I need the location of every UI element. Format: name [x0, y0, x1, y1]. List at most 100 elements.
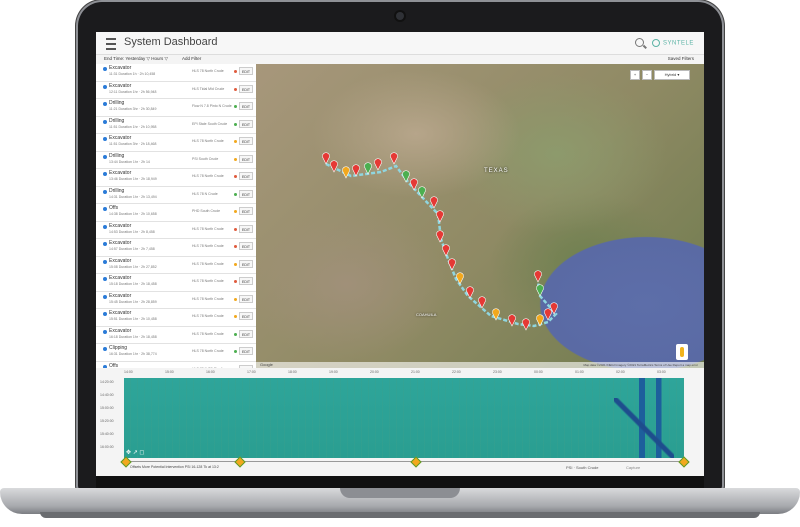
event-dot-icon [103, 224, 107, 229]
event-type: Offs [109, 205, 119, 211]
time-row-label: 14:40:00 [100, 393, 114, 397]
route-pin-icon[interactable] [402, 170, 410, 183]
event-dot-icon [103, 119, 107, 124]
edit-button[interactable]: EDIT [239, 224, 253, 233]
status-dot-icon [234, 175, 237, 178]
edit-button[interactable]: EDIT [239, 294, 253, 303]
event-product: HLS 78 North Crude [192, 261, 224, 266]
list-item[interactable]: Excavator 13:46 Duration 1hr · 2h 18,949 H… [96, 169, 256, 187]
route-pin-icon[interactable] [536, 314, 544, 327]
street-view-pegman-icon[interactable] [676, 344, 688, 360]
list-item[interactable]: Excavator 15:08 Duration 1hr · 2h 27,852 H… [96, 257, 256, 274]
route-pin-icon[interactable] [352, 164, 360, 177]
edit-button[interactable]: EDIT [239, 102, 253, 110]
edit-button[interactable]: EDIT [239, 242, 253, 250]
event-dot-icon [103, 242, 107, 246]
list-item[interactable]: Excavator 15:18 Duration 1hr · 2h 18,458 H… [96, 274, 256, 292]
route-pin-icon[interactable] [364, 162, 372, 175]
route-pin-icon[interactable] [534, 270, 542, 283]
region-label: COAHUILA [416, 312, 437, 317]
route-pin-icon[interactable] [536, 284, 544, 297]
edit-button[interactable]: EDIT [239, 207, 253, 215]
event-details: 14:31 Duration 1hr · 2h 13,494 [109, 194, 157, 199]
list-item[interactable]: Excavator 12:11 Duration 1hr · 2h 56,948 H… [96, 82, 256, 99]
event-marker[interactable] [678, 456, 690, 468]
route-pin-icon[interactable] [374, 158, 382, 171]
event-details: 15:51 Duration 1hr · 2h 10,458 [109, 317, 157, 321]
route-pin-icon[interactable] [456, 272, 464, 285]
list-item[interactable]: Drilling 13:44 Duration 1hr · 2h 14 PSI So… [96, 152, 256, 169]
list-item[interactable]: Clipping 16:31 Duration 1hr · 2h 38,774 HL… [96, 344, 256, 362]
list-item[interactable]: Excavator 15:51 Duration 1hr · 2h 10,458 H… [96, 309, 256, 327]
edit-button[interactable]: EDIT [239, 119, 253, 128]
event-product: HLS 78 North Crude [192, 226, 224, 231]
time-tick-label: 17:00 [247, 370, 256, 374]
edit-button[interactable]: EDIT [239, 172, 253, 180]
list-item[interactable]: Excavator 16:18 Duration 1hr · 2h 18,458 H… [96, 327, 256, 344]
event-type: Drilling [109, 100, 125, 106]
edit-button[interactable]: EDIT [239, 84, 253, 93]
list-item[interactable]: Drilling 11:51 Duration 1hr · 2h 10,958 EP… [96, 117, 256, 134]
search-icon[interactable] [635, 38, 644, 47]
saved-filters-button[interactable]: Saved Filters [668, 56, 694, 61]
route-pin-icon[interactable] [322, 152, 330, 165]
event-dot-icon [103, 347, 107, 351]
event-dot-icon [103, 329, 107, 334]
list-item[interactable]: Excavator 14:53 Duration 1hr · 2h 8,458 HL… [96, 222, 256, 239]
event-product: HLS 78 North Crude [192, 279, 224, 283]
list-item[interactable]: Excavator 15:45 Duration 1hr · 2h 28,859 H… [96, 292, 256, 309]
event-dot-icon [103, 84, 107, 89]
heatmap-tools-icon[interactable]: ✥ ↗ ◻ [126, 449, 144, 456]
edit-button[interactable]: EDIT [239, 259, 253, 268]
route-pin-icon[interactable] [342, 166, 350, 179]
route-pin-icon[interactable] [508, 314, 516, 327]
list-item[interactable]: Excavator 11:51 Duration 3hr · 2h 18,468 H… [96, 134, 256, 152]
event-marker[interactable] [234, 456, 246, 468]
event-type: Drilling [109, 152, 125, 159]
list-item[interactable]: Excavator 11:31 Duration 1h · 2h 10,458 HL… [96, 64, 256, 82]
status-dot-icon [234, 280, 237, 283]
event-list: Excavator 11:31 Duration 1h · 2h 10,458 HL… [96, 64, 257, 368]
event-details: 11:31 Duration 1h · 2h 10,458 [109, 72, 156, 76]
google-logo: Google [260, 362, 273, 367]
capture-button[interactable]: Capture [626, 465, 640, 470]
status-dot-icon [234, 140, 237, 143]
list-item[interactable]: Offs 14:38 Duration 1hr · 2h 10,658 PHD So… [96, 204, 256, 222]
route-pin-icon[interactable] [522, 318, 530, 331]
time-row-label: 15:00:00 [100, 406, 114, 410]
list-item[interactable]: Drilling 14:31 Duration 1hr · 2h 13,494 HL… [96, 187, 256, 204]
edit-button[interactable]: EDIT [239, 277, 253, 285]
edit-button[interactable]: EDIT [239, 137, 253, 145]
laptop-feet [40, 512, 760, 518]
list-item[interactable]: Excavator 14:57 Duration 1hr · 2h 7,458 HL… [96, 239, 256, 257]
map-type-select[interactable]: Hybrid ▾ [654, 70, 690, 80]
zoom-out-button[interactable]: − [642, 70, 652, 80]
route-pin-icon[interactable] [448, 258, 456, 271]
route-pin-icon[interactable] [410, 178, 418, 191]
event-type: Excavator [109, 82, 132, 89]
time-filter[interactable]: End Time: Yesterday ▽ Hours ▽ [104, 56, 168, 62]
status-dot-icon [234, 332, 237, 336]
event-details: 16:31 Duration 1hr · 2h 38,774 [109, 352, 157, 356]
event-marker[interactable] [410, 456, 422, 468]
menu-icon[interactable] [106, 38, 116, 50]
map-view[interactable]: TEXAS COAHUILA + − Hybrid ▾ Google Map d… [256, 64, 704, 368]
list-item[interactable]: Drilling 11:21 Duration 3hr · 2h 30,849 Fl… [96, 99, 256, 117]
edit-button[interactable]: EDIT [239, 347, 253, 355]
status-dot-icon [234, 105, 237, 108]
edit-button[interactable]: EDIT [239, 189, 253, 198]
route-pin-icon[interactable] [442, 244, 450, 257]
route-pin-icon[interactable] [466, 286, 474, 299]
route-pin-icon[interactable] [390, 152, 398, 165]
zoom-in-button[interactable]: + [630, 70, 640, 80]
add-filter-button[interactable]: Add Filter [182, 56, 201, 61]
edit-button[interactable]: EDIT [239, 329, 253, 338]
edit-button[interactable]: EDIT [239, 312, 253, 320]
event-dot-icon [103, 67, 107, 71]
screen: System Dashboard SYNTELE End Time: Yeste… [96, 32, 704, 476]
event-dot-icon [103, 294, 107, 299]
route-pin-icon[interactable] [418, 186, 426, 199]
waterfall-heatmap[interactable] [124, 378, 684, 458]
edit-button[interactable]: EDIT [239, 67, 253, 75]
edit-button[interactable]: EDIT [239, 154, 253, 163]
